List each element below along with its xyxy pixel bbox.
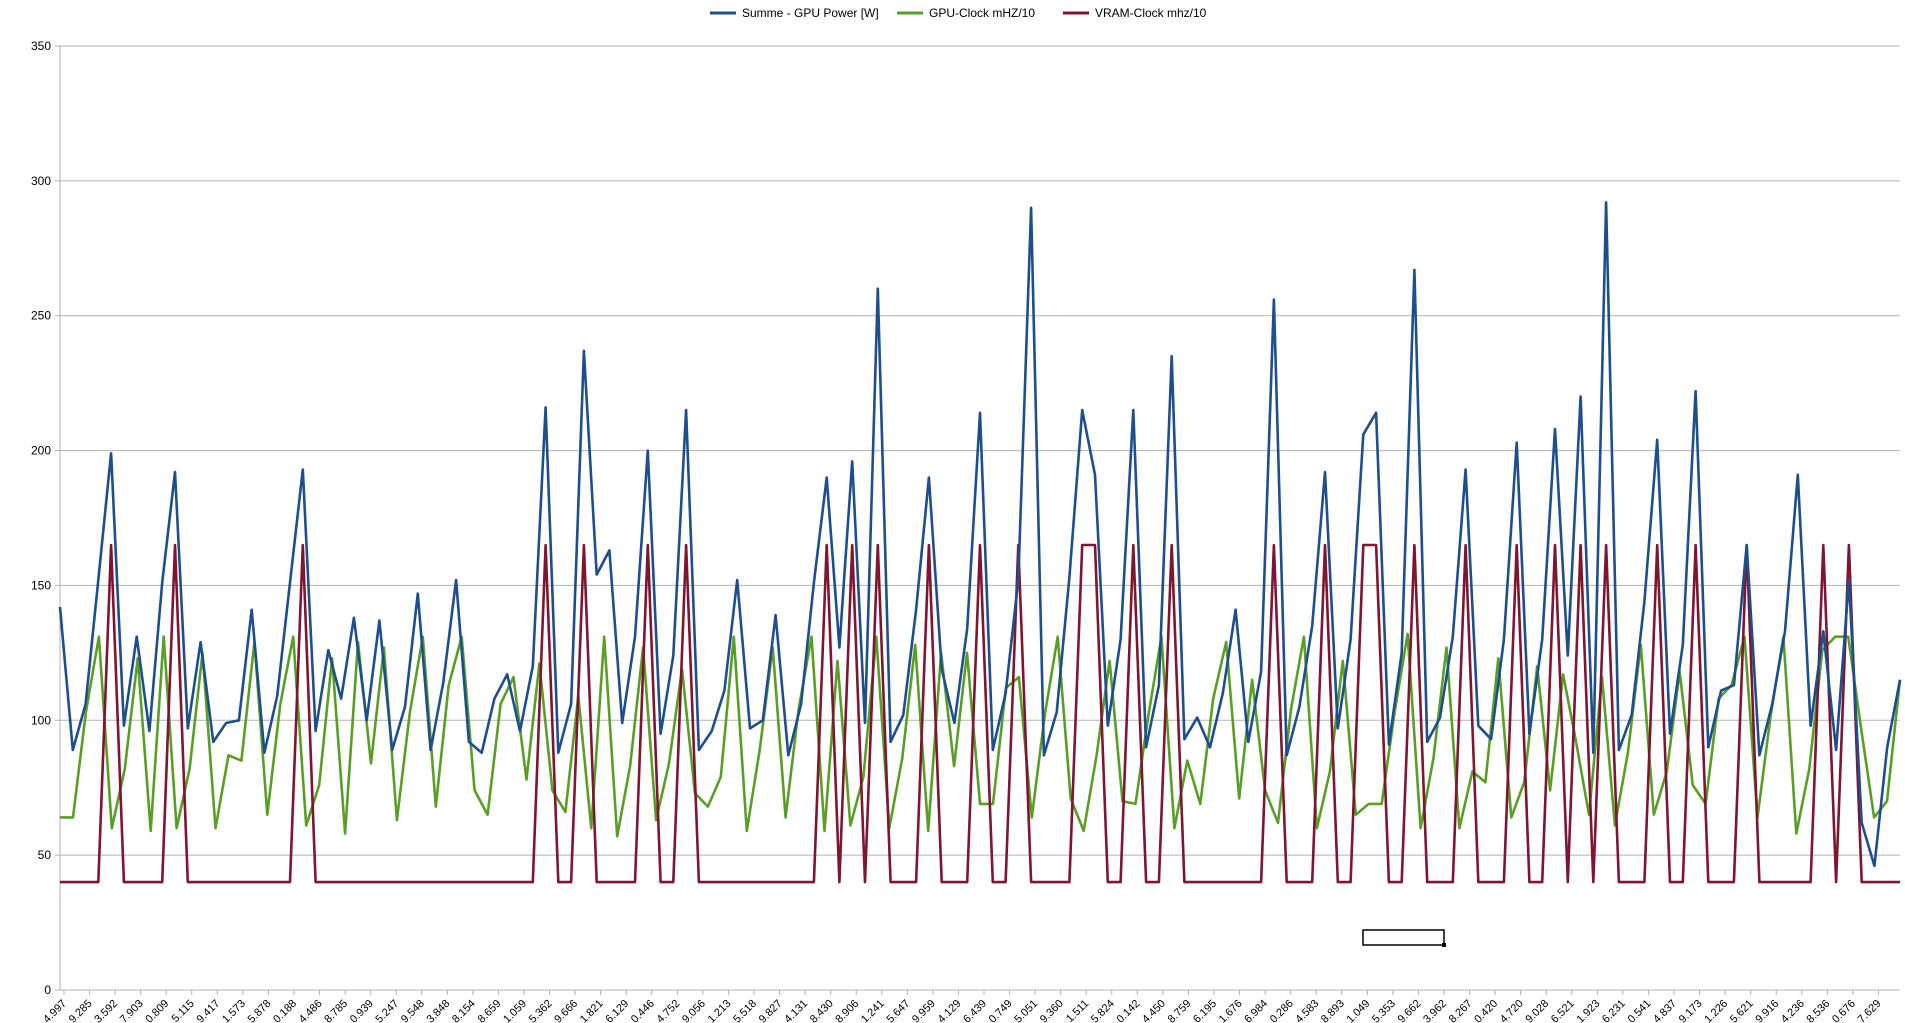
x-tick-label: 1.923 bbox=[1575, 998, 1603, 1023]
y-tick-label: 200 bbox=[31, 444, 51, 458]
x-tick-label: 4.129 bbox=[936, 998, 964, 1023]
x-tick-label: 9.173 bbox=[1677, 998, 1705, 1023]
x-tick-label: 0.420 bbox=[1472, 998, 1500, 1023]
x-tick-label: 8.893 bbox=[1319, 998, 1347, 1023]
y-axis: 0 50 100 150 200 250 300 350 bbox=[31, 39, 61, 997]
x-tick-label: 5.621 bbox=[1728, 998, 1756, 1023]
x-tick-label: 1.213 bbox=[706, 998, 734, 1023]
x-tick-label: 4.720 bbox=[1498, 998, 1526, 1023]
x-tick-label: 8.154 bbox=[450, 998, 478, 1023]
x-tick-label: 9.666 bbox=[552, 998, 580, 1023]
x-tick-label: 9.916 bbox=[1753, 998, 1781, 1023]
x-tick-label: 5.362 bbox=[527, 998, 555, 1023]
x-tick-label: 5.353 bbox=[1370, 998, 1398, 1023]
x-tick-label: 8.906 bbox=[833, 998, 861, 1023]
x-tick-label: 8.759 bbox=[1166, 998, 1194, 1023]
y-tick-label: 250 bbox=[31, 309, 51, 323]
x-tick-label: 5.247 bbox=[373, 998, 401, 1023]
x-tick-label: 6.521 bbox=[1549, 998, 1577, 1023]
legend-label: VRAM-Clock mhz/10 bbox=[1095, 6, 1207, 20]
x-tick-label: 0.676 bbox=[1830, 998, 1858, 1023]
series-lines bbox=[58, 201, 1902, 884]
legend: Summe - GPU Power [W] GPU-Clock mHZ/10 VRA… bbox=[710, 6, 1207, 20]
x-tick-label: 9.028 bbox=[1523, 998, 1551, 1023]
x-tick-label: 8.536 bbox=[1805, 998, 1833, 1023]
x-tick-label: 4.131 bbox=[782, 998, 810, 1023]
x-tick-label: 1.511 bbox=[1064, 998, 1091, 1023]
line-chart: 0 50 100 150 200 250 300 350 4.9979.2853.5927.9… bbox=[31, 6, 1902, 1023]
x-tick-label: 4.583 bbox=[1293, 998, 1321, 1023]
x-tick-label: 4.997 bbox=[41, 998, 69, 1023]
x-tick-label: 0.286 bbox=[1268, 998, 1296, 1023]
x-tick-label: 5.115 bbox=[170, 998, 197, 1023]
y-tick-label: 300 bbox=[31, 174, 51, 188]
x-tick-label: 6.231 bbox=[1600, 998, 1628, 1023]
x-tick-label: 9.285 bbox=[67, 998, 95, 1023]
x-tick-label: 1.676 bbox=[1217, 998, 1245, 1023]
selection-handle-box[interactable] bbox=[1362, 929, 1445, 946]
y-tick-label: 350 bbox=[31, 39, 51, 53]
legend-label: Summe - GPU Power [W] bbox=[742, 6, 879, 20]
x-tick-label: 0.809 bbox=[143, 998, 171, 1023]
x-tick-label: 9.056 bbox=[680, 998, 708, 1023]
x-tick-label: 0.142 bbox=[1115, 998, 1143, 1023]
x-tick-label: 4.752 bbox=[655, 998, 683, 1023]
x-tick-label: 4.837 bbox=[1651, 998, 1679, 1023]
series-line-gpu-power bbox=[58, 201, 1902, 868]
x-tick-label: 8.430 bbox=[808, 998, 836, 1023]
x-tick-label: 6.129 bbox=[603, 998, 631, 1023]
x-tick-label: 9.548 bbox=[399, 998, 427, 1023]
legend-label: GPU-Clock mHZ/10 bbox=[929, 6, 1035, 20]
x-tick-label: 1.573 bbox=[220, 998, 248, 1023]
y-tick-label: 100 bbox=[31, 713, 51, 727]
x-tick-label: 0.541 bbox=[1626, 998, 1654, 1023]
x-tick-label: 1.059 bbox=[501, 998, 529, 1023]
x-tick-label: 7.629 bbox=[1856, 998, 1884, 1023]
x-tick-label: 4.450 bbox=[1140, 998, 1168, 1023]
selection-handle-point[interactable] bbox=[1442, 943, 1446, 947]
x-tick-label: 9.417 bbox=[195, 998, 223, 1023]
x-tick-label: 1.226 bbox=[1702, 998, 1730, 1023]
x-tick-label: 3.592 bbox=[92, 998, 120, 1023]
x-tick-label: 6.439 bbox=[961, 998, 989, 1023]
x-tick-label: 3.848 bbox=[425, 998, 453, 1023]
x-tick-label: 4.236 bbox=[1779, 998, 1807, 1023]
x-tick-label: 9.959 bbox=[910, 998, 938, 1023]
y-tick-label: 150 bbox=[31, 578, 51, 592]
x-axis: 4.9979.2853.5927.9030.8095.1159.4171.573… bbox=[41, 989, 1900, 1023]
x-tick-label: 0.749 bbox=[987, 998, 1015, 1023]
x-tick-label: 5.518 bbox=[731, 998, 759, 1023]
x-tick-label: 9.360 bbox=[1038, 998, 1066, 1023]
x-tick-label: 1.821 bbox=[578, 998, 606, 1023]
x-tick-label: 3.962 bbox=[1421, 998, 1449, 1023]
x-tick-label: 5.647 bbox=[885, 998, 913, 1023]
x-tick-label: 0.446 bbox=[629, 998, 657, 1023]
x-tick-label: 6.984 bbox=[1242, 998, 1270, 1023]
x-tick-label: 8.659 bbox=[476, 998, 504, 1023]
x-tick-label: 4.486 bbox=[297, 998, 325, 1023]
x-tick-label: 9.662 bbox=[1396, 998, 1424, 1023]
x-tick-label: 9.827 bbox=[757, 998, 785, 1023]
x-tick-label: 0.939 bbox=[348, 998, 376, 1023]
y-tick-label: 50 bbox=[38, 848, 52, 862]
x-tick-label: 5.824 bbox=[1089, 998, 1117, 1023]
x-tick-label: 7.903 bbox=[118, 998, 146, 1023]
x-tick-label: 5.878 bbox=[246, 998, 274, 1023]
gridlines bbox=[60, 45, 1900, 991]
x-tick-label: 0.188 bbox=[271, 998, 299, 1023]
x-tick-label: 6.195 bbox=[1191, 998, 1219, 1023]
x-tick-label: 5.051 bbox=[1012, 998, 1040, 1023]
x-tick-label: 8.267 bbox=[1447, 998, 1475, 1023]
x-tick-label: 1.049 bbox=[1345, 998, 1373, 1023]
x-tick-label: 1.241 bbox=[859, 998, 887, 1023]
x-tick-label: 8.785 bbox=[322, 998, 350, 1023]
y-tick-label: 0 bbox=[44, 983, 51, 997]
